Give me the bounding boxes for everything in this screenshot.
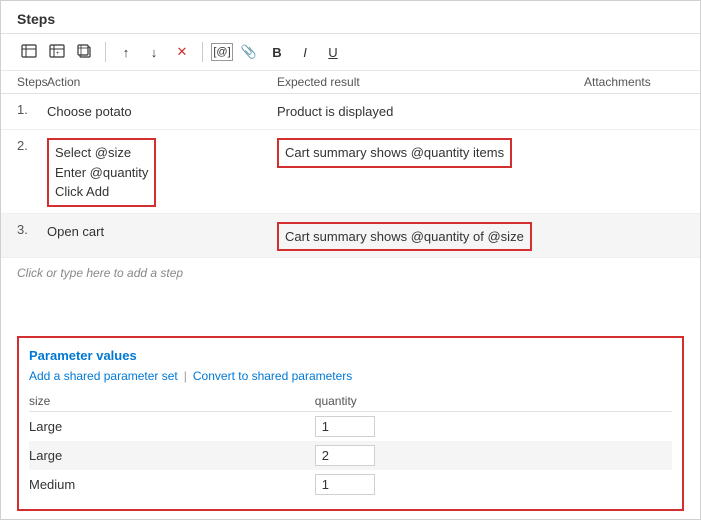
- param-qty-3[interactable]: 1: [315, 470, 672, 499]
- step-num-3: 3.: [17, 220, 47, 237]
- separator-2: [202, 42, 203, 62]
- step-action-2-bordered[interactable]: Select @sizeEnter @quantityClick Add: [47, 138, 156, 207]
- insert-step-button[interactable]: +: [45, 40, 69, 64]
- step-expected-1[interactable]: Product is displayed: [277, 100, 584, 122]
- add-step-hint[interactable]: Click or type here to add a step: [1, 258, 700, 288]
- separator-1: [105, 42, 106, 62]
- convert-shared-param-link[interactable]: Convert to shared parameters: [193, 369, 352, 383]
- param-size-2[interactable]: Large: [29, 441, 315, 470]
- steps-header-row: Steps Action Expected result Attachments: [1, 71, 700, 94]
- underline-button[interactable]: U: [321, 40, 345, 64]
- parameter-values-section: Parameter values Add a shared parameter …: [17, 336, 684, 511]
- delete-button[interactable]: ✕: [170, 40, 194, 64]
- step-action-2[interactable]: Select @sizeEnter @quantityClick Add: [47, 136, 277, 207]
- param-size-3[interactable]: Medium: [29, 470, 315, 499]
- steps-header: Steps: [1, 1, 700, 34]
- add-step-button[interactable]: [17, 40, 41, 64]
- param-row: Large 1: [29, 412, 672, 442]
- table-row: 2. Select @sizeEnter @quantityClick Add …: [1, 130, 700, 214]
- param-table: size quantity Large 1 Large 2 Medium 1: [29, 391, 672, 499]
- move-down-button[interactable]: ↓: [142, 40, 166, 64]
- step-expected-2-bordered[interactable]: Cart summary shows @quantity items: [277, 138, 512, 168]
- step-expected-3-bordered[interactable]: Cart summary shows @quantity of @size: [277, 222, 532, 252]
- table-row: 3. Open cart Cart summary shows @quantit…: [1, 214, 700, 259]
- param-link-divider: |: [184, 369, 187, 383]
- svg-text:+: +: [56, 51, 60, 57]
- attachment-button[interactable]: 📎: [237, 40, 261, 64]
- step-action-3[interactable]: Open cart: [47, 220, 277, 242]
- col-quantity: quantity: [315, 391, 672, 412]
- step-action-1[interactable]: Choose potato: [47, 100, 277, 122]
- param-size-1[interactable]: Large: [29, 412, 315, 442]
- step-num-2: 2.: [17, 136, 47, 153]
- col-steps: Steps: [17, 75, 47, 89]
- steps-table: Steps Action Expected result Attachments…: [1, 71, 700, 328]
- step-expected-2[interactable]: Cart summary shows @quantity items: [277, 136, 584, 168]
- param-row: Medium 1: [29, 470, 672, 499]
- table-row: 1. Choose potato Product is displayed: [1, 94, 700, 130]
- main-container: Steps +: [0, 0, 701, 520]
- italic-button[interactable]: I: [293, 40, 317, 64]
- move-up-button[interactable]: ↑: [114, 40, 138, 64]
- param-header-row: size quantity: [29, 391, 672, 412]
- param-links: Add a shared parameter set | Convert to …: [29, 369, 672, 383]
- add-shared-param-link[interactable]: Add a shared parameter set: [29, 369, 178, 383]
- param-row: Large 2: [29, 441, 672, 470]
- col-expected: Expected result: [277, 75, 584, 89]
- duplicate-step-button[interactable]: [73, 40, 97, 64]
- param-qty-2[interactable]: 2: [315, 441, 672, 470]
- bold-button[interactable]: B: [265, 40, 289, 64]
- col-size: size: [29, 391, 315, 412]
- col-attachments: Attachments: [584, 75, 684, 89]
- col-action: Action: [47, 75, 277, 89]
- toolbar: + ↑ ↓ ✕ [@] 📎 B I U: [1, 34, 700, 71]
- step-num-1: 1.: [17, 100, 47, 117]
- parameter-button[interactable]: [@]: [211, 43, 233, 61]
- param-qty-1[interactable]: 1: [315, 412, 672, 442]
- step-expected-3[interactable]: Cart summary shows @quantity of @size: [277, 220, 584, 252]
- param-title: Parameter values: [29, 348, 672, 363]
